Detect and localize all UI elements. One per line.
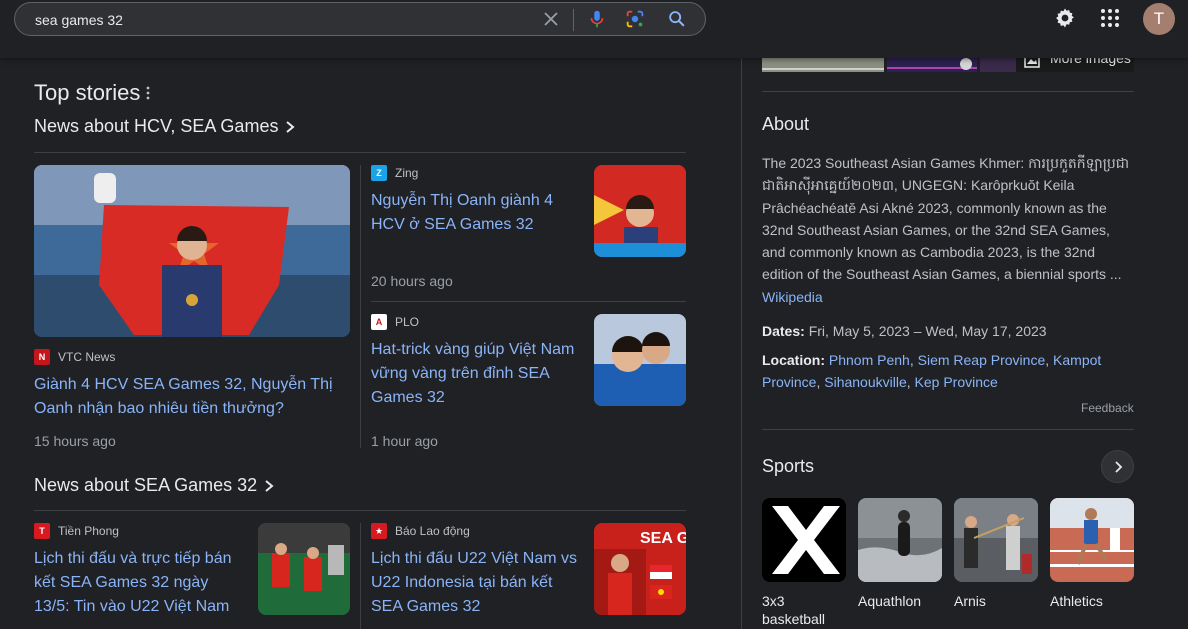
story-thumbnail[interactable]: SEA GAM: [594, 523, 686, 615]
source-name: PLO: [395, 315, 420, 329]
story-thumbnail[interactable]: [258, 523, 350, 615]
section-heading-label: News about HCV, SEA Games: [34, 116, 279, 136]
section-heading-hcv[interactable]: News about HCV, SEA Games: [34, 116, 296, 137]
dates-label: Dates:: [762, 323, 805, 339]
section-heading-label: News about SEA Games 32: [34, 475, 258, 495]
column-divider: [360, 165, 361, 448]
search-bar[interactable]: sea games 32: [14, 2, 706, 36]
sport-label: Arnis: [954, 593, 986, 609]
story-main-image[interactable]: [34, 165, 350, 337]
sport-label: Aquathlon: [858, 593, 922, 609]
sport-label: 3x3 basketball: [762, 593, 826, 627]
story-source: T Tiền Phong: [34, 523, 119, 539]
sports-next-button[interactable]: [1101, 450, 1134, 483]
image-strip[interactable]: More images: [762, 58, 1134, 72]
story-source: N VTC News: [34, 349, 115, 365]
vtc-news-logo-icon: N: [34, 349, 50, 365]
gear-icon[interactable]: [1053, 6, 1077, 30]
football-match-image: [258, 523, 350, 615]
basketball-3x3-logo: [762, 498, 846, 582]
column-divider: [360, 523, 361, 629]
source-name: Tiền Phong: [58, 524, 119, 538]
bao-lao-dong-logo-icon: ★: [371, 523, 387, 539]
divider: [762, 429, 1134, 430]
sport-card[interactable]: Arnis: [954, 498, 1038, 610]
location-link[interactable]: Kep Province: [915, 374, 998, 390]
story-headline-link[interactable]: Nguyễn Thị Oanh giành 4 HCV ở SEA Games …: [371, 189, 583, 237]
svg-text:SEA GAM: SEA GAM: [640, 530, 686, 547]
sport-card[interactable]: Aquathlon: [858, 498, 942, 610]
zing-logo-icon: Z: [371, 165, 387, 181]
header: sea games 32 T: [0, 0, 1188, 58]
story-headline-link[interactable]: Giành 4 HCV SEA Games 32, Nguyễn Thị Oan…: [34, 373, 350, 421]
divider: [34, 510, 686, 511]
section-heading-sea-games-32[interactable]: News about SEA Games 32: [34, 475, 275, 496]
tien-phong-logo-icon: T: [34, 523, 50, 539]
wikipedia-link[interactable]: Wikipedia: [762, 289, 823, 305]
search-input[interactable]: sea games 32: [35, 12, 123, 28]
athlete-thumbnail-image: [594, 165, 686, 257]
match-poster-image: SEA GAM: [594, 523, 686, 615]
chevron-right-icon: [286, 120, 296, 133]
chevron-right-icon: [265, 479, 274, 492]
chevron-right-icon: [1114, 460, 1122, 473]
story-headline-link[interactable]: Hat-trick vàng giúp Việt Nam vững vàng t…: [371, 338, 583, 410]
sports-title: Sports: [762, 456, 815, 476]
about-description: The 2023 Southeast Asian Games Khmer: កា…: [762, 152, 1134, 308]
story-time: 1 hour ago: [371, 433, 438, 449]
more-options-icon[interactable]: [145, 86, 151, 100]
athletics-image: [1050, 498, 1134, 582]
source-name: Báo Lao động: [395, 524, 470, 538]
sport-card[interactable]: 3x3 basketball: [762, 498, 846, 628]
search-divider: [573, 9, 574, 31]
sport-image: [1050, 498, 1134, 582]
microphone-icon[interactable]: [586, 8, 608, 30]
more-images-label[interactable]: More images: [1050, 58, 1131, 66]
source-name: Zing: [395, 166, 419, 180]
athlete-flag-image: [34, 165, 350, 337]
story-headline-link[interactable]: Lịch thi đấu U22 Việt Nam vs U22 Indones…: [371, 547, 583, 619]
search-icon[interactable]: [666, 8, 688, 30]
location-link[interactable]: Sihanoukville: [824, 374, 907, 390]
plo-logo-icon: A: [371, 314, 387, 330]
divider: [34, 152, 686, 153]
sport-image: [762, 498, 846, 582]
story-thumbnail[interactable]: [594, 165, 686, 257]
sport-label: Athletics: [1050, 593, 1103, 609]
about-text: The 2023 Southeast Asian Games Khmer: កា…: [762, 155, 1130, 283]
image-icon: [1024, 58, 1040, 68]
story-headline-link[interactable]: Lịch thi đấu và trực tiếp bán kết SEA Ga…: [34, 547, 248, 619]
athletes-hug-image: [594, 314, 686, 406]
story-time: 15 hours ago: [34, 433, 116, 449]
sport-card[interactable]: Athletics: [1050, 498, 1134, 610]
location-link[interactable]: Siem Reap Province: [918, 352, 1046, 368]
close-icon[interactable]: [541, 9, 561, 29]
story-source: ★ Báo Lao động: [371, 523, 470, 539]
avatar[interactable]: T: [1143, 3, 1175, 35]
about-title: About: [762, 114, 810, 134]
source-name: VTC News: [58, 350, 116, 364]
sport-image: [954, 498, 1038, 582]
sport-image: [858, 498, 942, 582]
location-label: Location:: [762, 352, 825, 368]
feedback-link[interactable]: Feedback: [1081, 401, 1134, 415]
apps-grid-icon[interactable]: [1098, 6, 1122, 30]
divider: [762, 91, 1134, 92]
dates-fact: Dates: Fri, May 5, 2023 – Wed, May 17, 2…: [762, 320, 1134, 342]
story-source: A PLO: [371, 314, 419, 330]
google-lens-icon[interactable]: [624, 8, 646, 30]
story-source: Z Zing: [371, 165, 418, 181]
location-fact: Location: Phnom Penh, Siem Reap Province…: [762, 352, 1102, 390]
aquathlon-image: [858, 498, 942, 582]
panel-divider: [741, 58, 742, 629]
story-thumbnail[interactable]: [594, 314, 686, 406]
dates-value: Fri, May 5, 2023 – Wed, May 17, 2023: [808, 323, 1047, 339]
divider: [371, 301, 686, 302]
arnis-image: [954, 498, 1038, 582]
location-link[interactable]: Phnom Penh: [829, 352, 910, 368]
story-time: 20 hours ago: [371, 273, 453, 289]
top-stories-title: Top stories: [34, 80, 141, 105]
